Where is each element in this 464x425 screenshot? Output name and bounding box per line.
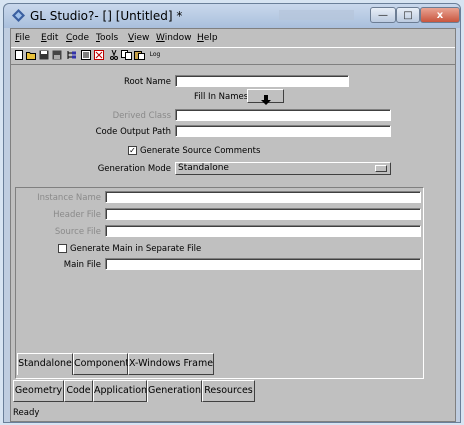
dropdown-arrow-icon[interactable] <box>375 165 387 172</box>
minimize-button[interactable]: — <box>370 7 396 23</box>
fill-in-names-label: Fill In Names <box>194 92 249 102</box>
menu-file[interactable]: File <box>15 33 30 43</box>
menu-view[interactable]: View <box>128 33 149 43</box>
code-output-path-label: Code Output Path <box>95 127 171 137</box>
save-all-icon[interactable] <box>52 50 62 60</box>
main-file-label: Main File <box>63 260 101 270</box>
main-file-input[interactable] <box>105 258 421 270</box>
header-file-label: Header File <box>53 210 101 220</box>
menu-tools[interactable]: Tools <box>96 33 118 43</box>
grid-icon[interactable] <box>94 50 104 60</box>
title-bar[interactable]: GL Studio?- [] [Untitled] * — □ x <box>4 4 460 28</box>
toolbar: Log <box>11 47 455 65</box>
derived-class-input <box>175 109 391 121</box>
tab-geometry[interactable]: Geometry <box>13 380 64 402</box>
tab-resources[interactable]: Resources <box>202 380 255 402</box>
window-title: GL Studio?- [] [Untitled] * <box>30 9 183 23</box>
generate-main-label: Generate Main in Separate File <box>70 244 202 254</box>
derived-class-label: Derived Class <box>112 111 171 121</box>
generate-source-comments-checkbox[interactable]: ✓ <box>128 146 137 155</box>
tab-application[interactable]: Application <box>93 380 147 402</box>
log-icon[interactable]: Log <box>148 50 162 60</box>
generation-mode-label: Generation Mode <box>97 164 171 174</box>
fill-in-names-button[interactable] <box>247 89 284 105</box>
root-name-input[interactable] <box>175 75 349 87</box>
client-area: File Edit Code Tools View Window Help Lo… <box>10 28 456 422</box>
menu-help[interactable]: Help <box>197 33 218 43</box>
title-bar-background-text <box>279 10 354 20</box>
close-button[interactable]: x <box>420 7 460 23</box>
instance-name-input <box>105 191 421 203</box>
tree-icon[interactable] <box>67 50 77 60</box>
maximize-button[interactable]: □ <box>396 7 420 23</box>
list-icon[interactable] <box>81 50 91 60</box>
menu-code[interactable]: Code <box>66 33 89 43</box>
menu-edit[interactable]: Edit <box>41 33 58 43</box>
tab-generation[interactable]: Generation <box>147 380 202 402</box>
generate-source-comments-label: Generate Source Comments <box>140 146 261 156</box>
source-file-label: Source File <box>54 227 101 237</box>
new-file-icon[interactable] <box>14 50 24 60</box>
open-folder-icon[interactable] <box>26 50 36 60</box>
code-output-path-input[interactable] <box>175 125 391 137</box>
app-icon <box>12 9 25 22</box>
header-file-input <box>105 208 421 220</box>
application-window: GL Studio?- [] [Untitled] * — □ x File E… <box>3 3 461 423</box>
save-icon[interactable] <box>39 50 49 60</box>
generation-mode-select[interactable]: Standalone <box>175 162 391 175</box>
copy-icon[interactable] <box>121 50 132 60</box>
tab-standalone[interactable]: Standalone <box>17 353 73 375</box>
instance-name-label: Instance Name <box>37 193 101 203</box>
menu-window[interactable]: Window <box>156 33 192 43</box>
source-file-input <box>105 225 421 237</box>
cut-icon[interactable] <box>109 49 119 60</box>
generate-main-checkbox[interactable] <box>58 244 67 253</box>
status-bar-text: Ready <box>13 408 40 418</box>
paste-icon[interactable] <box>134 50 145 60</box>
root-name-label: Root Name <box>123 77 171 87</box>
tab-component[interactable]: Component <box>73 353 129 375</box>
arrow-down-icon <box>260 95 271 105</box>
generation-mode-value: Standalone <box>178 163 229 173</box>
tab-x-windows-frame[interactable]: X-Windows Frame <box>128 353 214 375</box>
tab-code[interactable]: Code <box>64 380 93 402</box>
